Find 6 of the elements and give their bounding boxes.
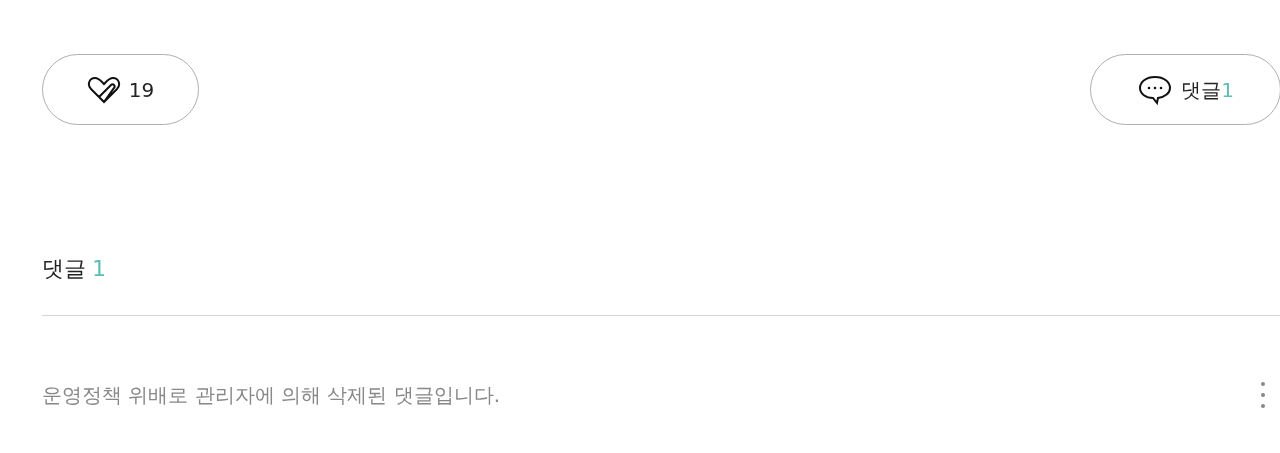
comments-heading: 댓글 xyxy=(42,255,86,283)
speech-bubble-icon xyxy=(1137,73,1174,106)
more-options-icon[interactable] xyxy=(1260,381,1266,409)
heart-icon xyxy=(86,74,121,105)
deleted-comment-text: 운영정책 위배로 관리자에 의해 삭제된 댓글입니다. xyxy=(42,382,501,409)
comment-count: 1 xyxy=(92,255,106,283)
